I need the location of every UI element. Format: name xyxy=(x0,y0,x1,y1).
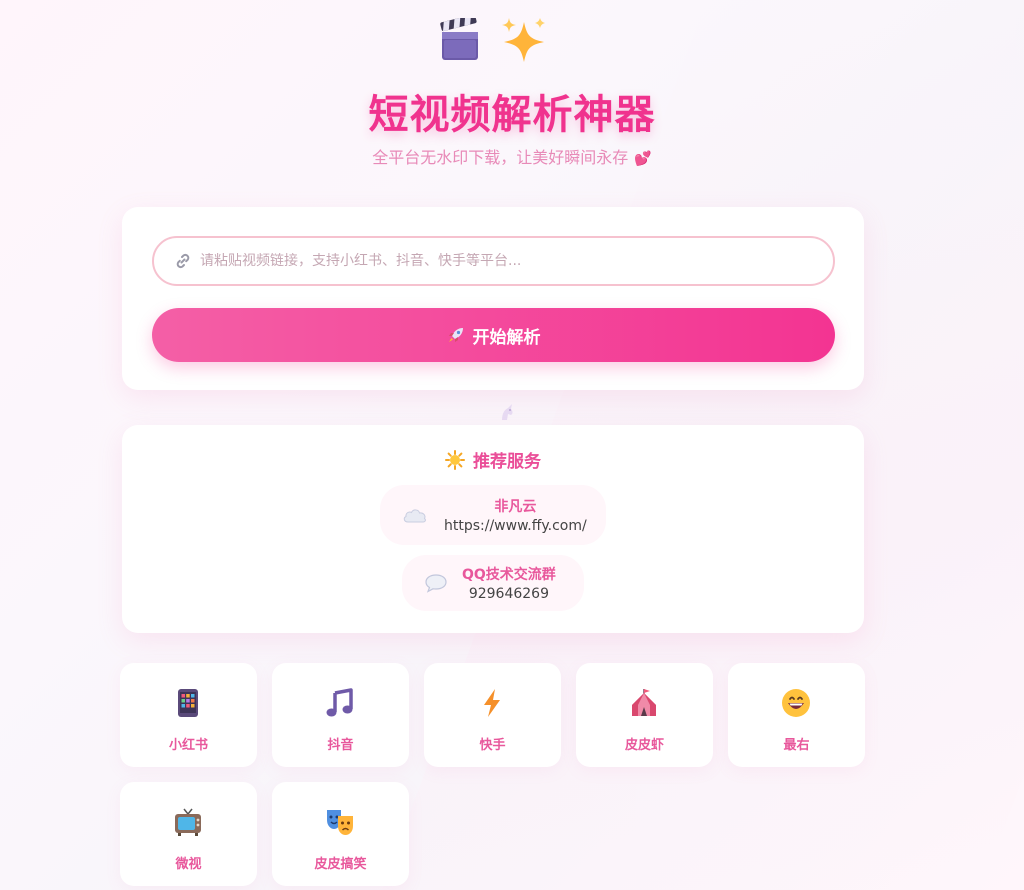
platform-label: 微视 xyxy=(175,857,202,872)
platform-douyin[interactable]: 抖音 xyxy=(272,663,409,767)
hero-icons xyxy=(0,8,1024,62)
platform-label: 快手 xyxy=(479,738,506,753)
services-heading: 推荐服务 xyxy=(122,447,864,472)
subtitle-text: 全平台无水印下载，让美好瞬间永存 xyxy=(372,148,629,167)
platform-weishi[interactable]: 微视 xyxy=(120,782,257,886)
page-subtitle: 全平台无水印下载，让美好瞬间永存 💕 xyxy=(0,144,1024,168)
cloud-icon xyxy=(403,509,426,523)
service-qq-number[interactable]: 929646269 xyxy=(469,586,549,602)
parser-card: 开始解析 xyxy=(122,207,864,390)
url-input-wrapper[interactable] xyxy=(152,236,835,286)
link-icon xyxy=(176,253,190,269)
platform-label: 抖音 xyxy=(327,738,354,753)
service-item-qq-group[interactable]: QQ技术交流群 929646269 xyxy=(402,555,584,611)
platform-label: 小红书 xyxy=(168,738,208,753)
start-parse-label: 开始解析 xyxy=(472,327,541,348)
sun-icon xyxy=(445,449,465,470)
platform-label: 皮皮虾 xyxy=(624,738,664,753)
service-name: 非凡云 xyxy=(494,499,537,515)
platform-label: 最右 xyxy=(783,738,810,753)
platform-zuiyou[interactable]: 最右 xyxy=(728,663,865,767)
unicorn-icon xyxy=(502,404,513,420)
two-hearts-icon: 💕 xyxy=(634,151,652,167)
url-input[interactable] xyxy=(200,253,833,269)
rocket-icon xyxy=(448,328,463,342)
service-name: QQ技术交流群 xyxy=(462,567,556,583)
lightning-icon xyxy=(484,689,500,717)
start-parse-button[interactable]: 开始解析 xyxy=(152,308,835,362)
platform-pipigaoxiao[interactable]: 皮皮搞笑 xyxy=(272,782,409,886)
page-title: 短视频解析神器 xyxy=(368,92,656,138)
service-url[interactable]: https://www.ffy.com/ xyxy=(444,518,587,534)
music-note-icon xyxy=(326,688,353,717)
platform-pipixia[interactable]: 皮皮虾 xyxy=(576,663,713,767)
circus-tent-icon xyxy=(632,689,656,716)
theater-masks-icon xyxy=(327,810,353,835)
phone-icon xyxy=(178,689,198,717)
tv-icon xyxy=(175,808,201,836)
service-item-ffy[interactable]: 非凡云 https://www.ffy.com/ xyxy=(380,485,606,545)
speech-bubble-icon xyxy=(425,574,447,593)
platform-label: 皮皮搞笑 xyxy=(314,857,367,872)
platform-xiaohongshu[interactable]: 小红书 xyxy=(120,663,257,767)
sparkles-icon xyxy=(502,18,545,62)
recommended-services-card: 推荐服务 非凡云 https://www.ffy.com/ QQ技术交流群 92… xyxy=(122,425,864,633)
services-title: 推荐服务 xyxy=(473,452,541,472)
grin-face-icon xyxy=(782,689,810,717)
clapperboard-icon xyxy=(440,18,478,60)
platform-kuaishou[interactable]: 快手 xyxy=(424,663,561,767)
